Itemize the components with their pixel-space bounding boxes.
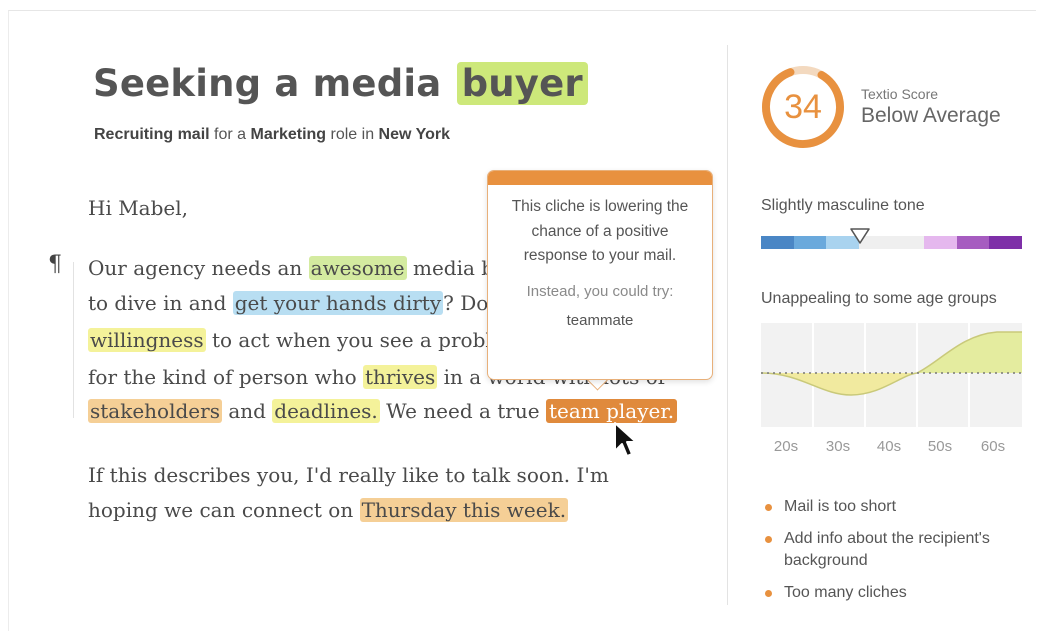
issue-item[interactable]: Add info about the recipient's backgroun… <box>765 528 1025 572</box>
greeting: Hi Mabel, <box>88 196 188 220</box>
tone-marker-icon <box>850 228 870 244</box>
tone-segment <box>761 236 794 249</box>
subtitle-text: for a <box>209 126 251 143</box>
tooltip-header-bar <box>488 171 712 185</box>
role-name: Marketing <box>250 126 327 143</box>
issues-list: Mail is too short Add info about the rec… <box>765 496 1025 614</box>
highlight-team-player[interactable]: team player. <box>545 399 678 423</box>
issue-item[interactable]: Too many cliches <box>765 582 1025 604</box>
score-rating: Below Average <box>861 104 1001 127</box>
text-line: hoping we can connect on Thursday this w… <box>88 498 569 522</box>
mail-title: Seeking a media buyer <box>93 62 588 105</box>
bullet-icon <box>765 536 772 543</box>
bullet-icon <box>765 504 772 511</box>
text-line: to dive in and get your hands dirty? Do <box>88 291 489 315</box>
panel-divider <box>727 45 728 605</box>
subtitle-text: role in <box>326 126 379 143</box>
bullet-icon <box>765 590 772 597</box>
issue-item[interactable]: Mail is too short <box>765 496 1025 518</box>
tone-segment <box>891 236 925 249</box>
pilcrow-icon[interactable]: ¶ <box>48 252 62 277</box>
highlight-stakeholders[interactable]: stakeholders <box>88 399 222 423</box>
paragraph-rule <box>73 262 74 418</box>
tone-segment <box>924 236 957 249</box>
tone-meter <box>761 236 1022 249</box>
age-tick: 40s <box>876 438 902 455</box>
highlight-deadlines[interactable]: deadlines. <box>272 399 380 423</box>
score-label: Textio Score <box>861 86 939 102</box>
suggestion-tooltip: This cliche is lowering the chance of a … <box>487 170 713 380</box>
suggestion-teammate[interactable]: teammate <box>488 312 712 329</box>
highlight-willingness[interactable]: willingness <box>88 328 206 352</box>
text-line: willingness to act when you see a probl <box>88 328 492 352</box>
score-value: 34 <box>784 88 822 126</box>
text-line: If this describes you, I'd really like t… <box>88 463 609 487</box>
text-line: Our agency needs an awesome media b <box>88 256 495 280</box>
age-label: Unappealing to some age groups <box>761 290 997 307</box>
age-tick: 60s <box>980 438 1006 455</box>
mail-subtitle: Recruiting mail for a Marketing role in … <box>94 126 450 144</box>
highlight-buyer[interactable]: buyer <box>456 62 588 105</box>
location-name: New York <box>378 126 450 143</box>
text-line: stakeholders and deadlines. We need a tr… <box>88 399 678 423</box>
tone-segment <box>793 236 827 249</box>
age-tick: 20s <box>773 438 799 455</box>
highlight-awesome[interactable]: awesome <box>308 256 407 280</box>
tone-label: Slightly masculine tone <box>761 197 925 214</box>
mouse-cursor-icon <box>614 422 637 457</box>
mail-type: Recruiting mail <box>94 126 210 143</box>
tooltip-try-label: Instead, you could try: <box>526 282 674 300</box>
highlight-get-your-hands-dirty[interactable]: get your hands dirty <box>232 291 444 315</box>
title-text: Seeking a media <box>93 62 455 105</box>
age-tick: 50s <box>927 438 953 455</box>
highlight-thrives[interactable]: thrives <box>362 365 438 389</box>
tone-segment <box>989 236 1022 249</box>
tone-segment <box>956 236 990 249</box>
age-tick: 30s <box>825 438 851 455</box>
age-chart <box>761 323 1022 427</box>
tooltip-message: This cliche is lowering the chance of a … <box>511 198 689 264</box>
highlight-thursday-this-week[interactable]: Thursday this week. <box>359 498 569 522</box>
